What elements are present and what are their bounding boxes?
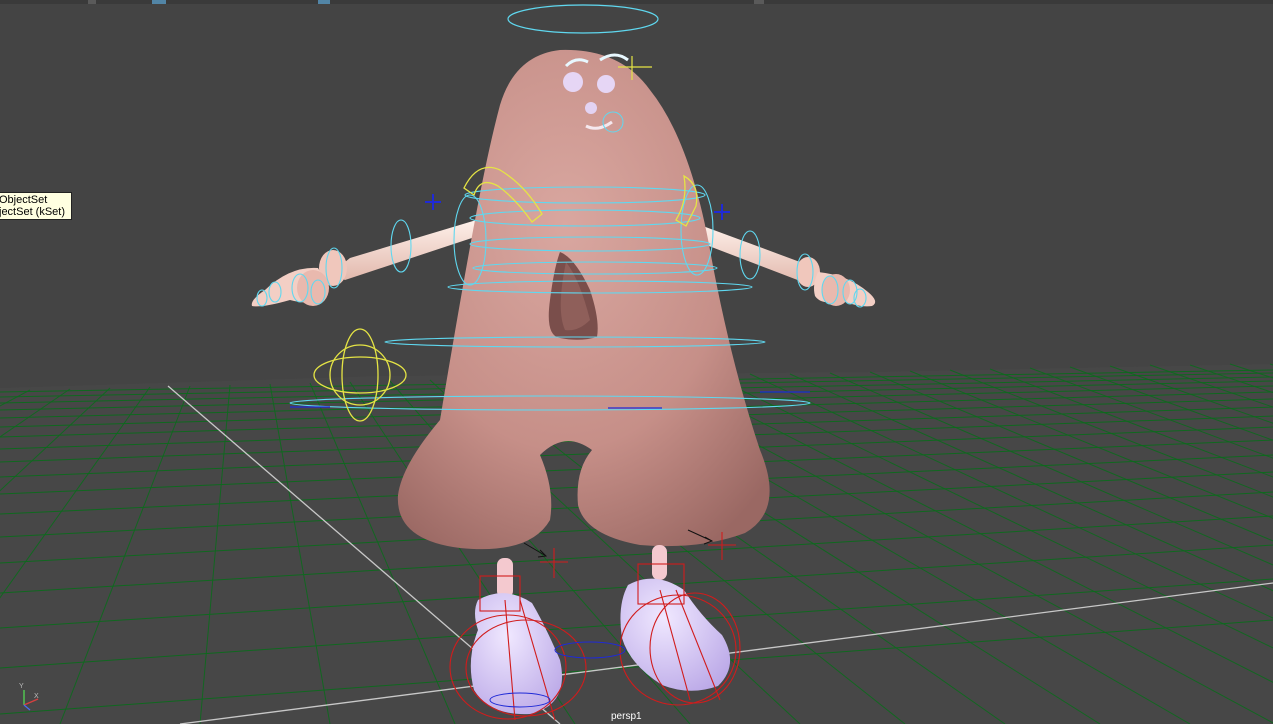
svg-text:X: X: [34, 693, 39, 700]
camera-name-label: persp1: [611, 711, 642, 722]
svg-text:Y: Y: [19, 683, 24, 690]
letter-a-body[interactable]: [397, 49, 770, 550]
tooltip-line-1: ObjectSet: [0, 194, 48, 206]
3d-viewport[interactable]: Y X ObjectSet jectSet (kSet) persp1: [0, 0, 1273, 724]
scene-render[interactable]: Y X: [0, 0, 1273, 724]
object-tooltip: ObjectSet jectSet (kSet): [0, 192, 73, 220]
tooltip-line-2: jectSet (kSet): [0, 206, 66, 218]
head-control-curve[interactable]: [507, 4, 659, 34]
